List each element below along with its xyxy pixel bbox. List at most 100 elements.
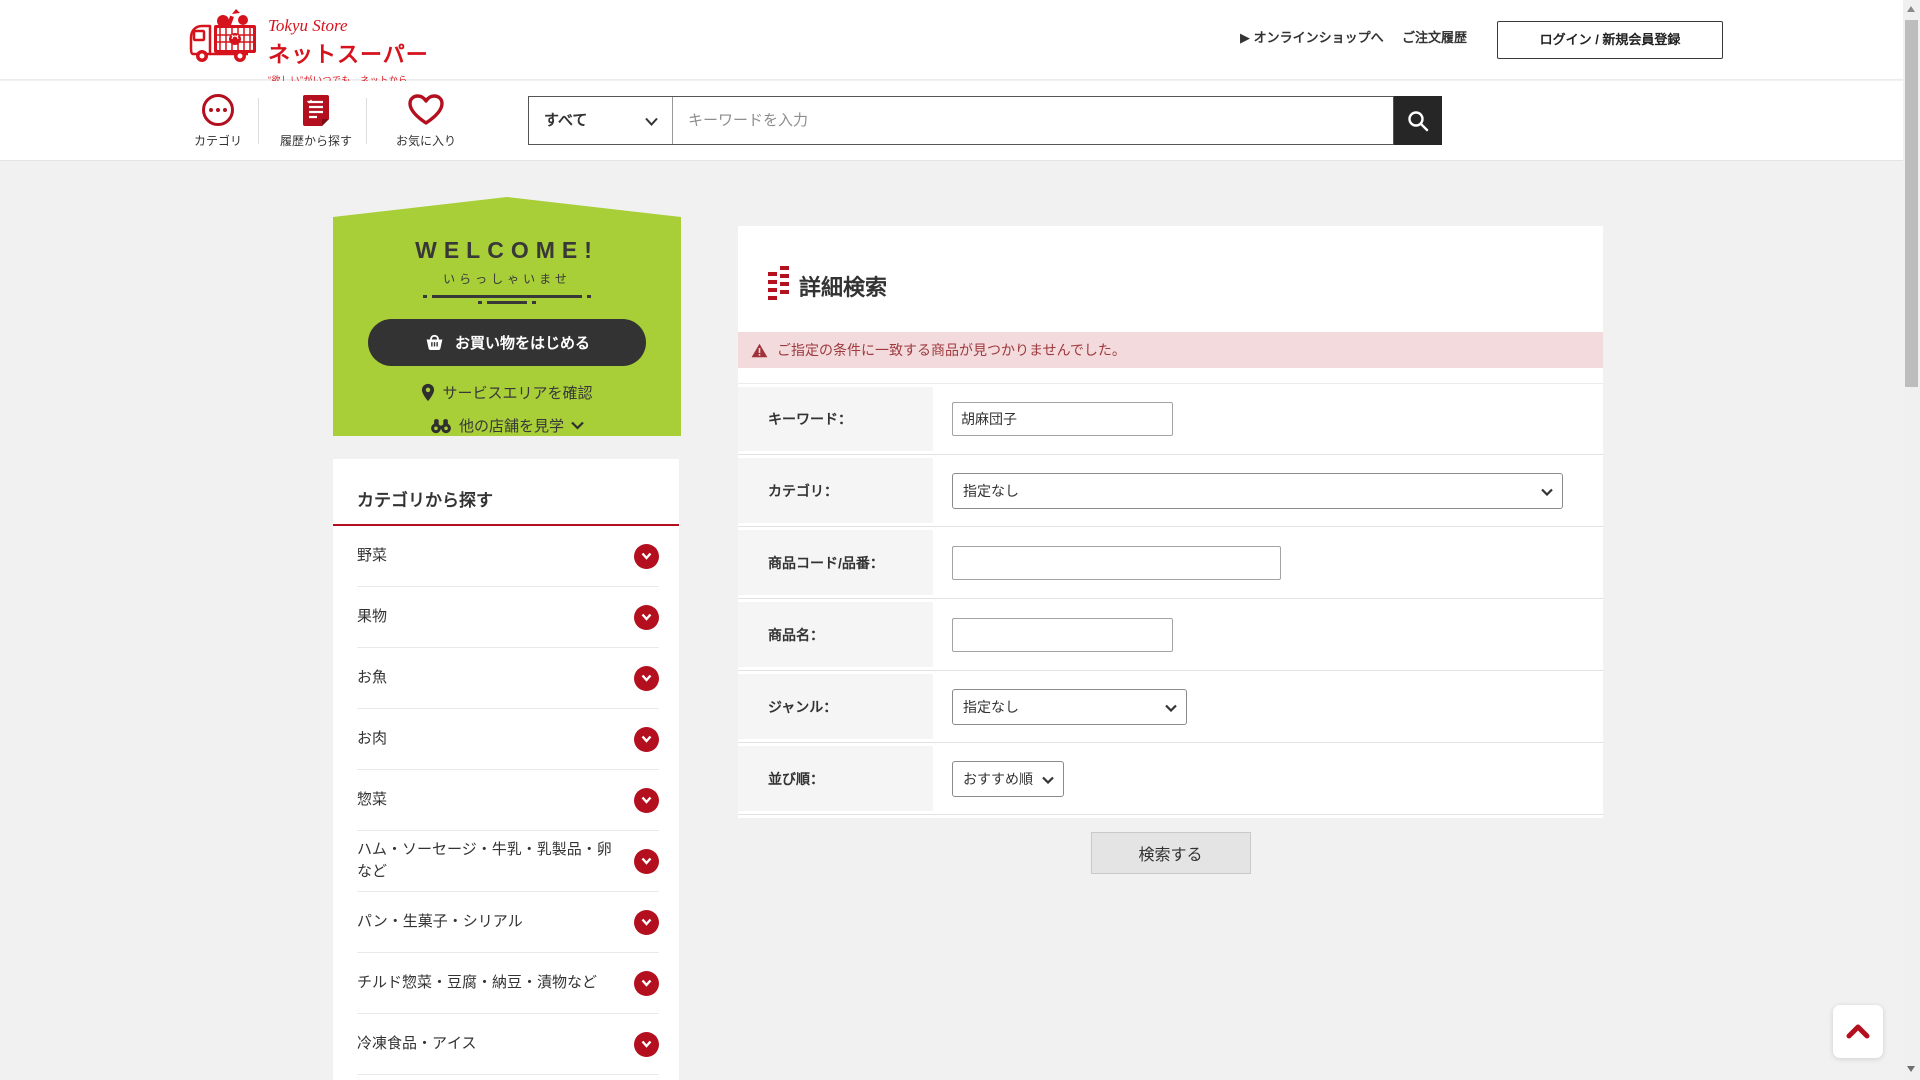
search-scope-value: すべて — [544, 112, 587, 129]
login-register-button[interactable]: ログイン / 新規会員登録 — [1497, 21, 1723, 59]
product-code-label: 商品コード/品番： — [738, 530, 933, 595]
service-area-link[interactable]: サービスエリアを確認 — [333, 382, 681, 403]
scrollbar[interactable] — [1903, 0, 1920, 1080]
scrollbar-down-arrow-icon[interactable] — [1907, 1066, 1915, 1072]
sidebar-item-label: 惣菜 — [357, 789, 387, 812]
sidebar-item-fruits[interactable]: 果物 — [357, 587, 659, 648]
category-select[interactable]: 指定なし — [952, 473, 1563, 509]
back-to-top-button[interactable] — [1833, 1005, 1883, 1058]
product-name-input[interactable] — [952, 618, 1173, 652]
chevron-down-circle-icon — [634, 666, 659, 691]
sidebar-item-label: チルド惣菜・豆腐・納豆・漬物など — [357, 972, 597, 995]
welcome-subtitle: いらっしゃいませ — [333, 270, 681, 287]
sidebar-item-label: お肉 — [357, 728, 387, 751]
sidebar-item-label: パン・生菓子・シリアル — [357, 911, 523, 934]
nav-category[interactable]: カテゴリ — [182, 92, 254, 149]
chevron-up-icon — [1846, 1024, 1870, 1039]
chevron-down-circle-icon — [634, 1032, 659, 1057]
start-shopping-label: お買い物をはじめる — [455, 332, 590, 353]
nav-bar: カテゴリ 履歴から探す お気に入り — [0, 81, 1903, 161]
chevron-down-icon — [1165, 704, 1177, 712]
sidebar-item-frozen-ice[interactable]: 冷凍食品・アイス — [357, 1014, 659, 1075]
sidebar-item-meat[interactable]: お肉 — [357, 709, 659, 770]
store-logo[interactable]: Tokyu Store ネットスーパー “欲しい”がいつでも、ネットから。 — [188, 8, 429, 86]
ellipsis-circle-icon — [202, 94, 234, 126]
other-stores-label: 他の店舗を見学 — [459, 415, 564, 436]
chevron-down-circle-icon — [634, 788, 659, 813]
chevron-down-circle-icon — [634, 544, 659, 569]
no-results-banner: ご指定の条件に一致する商品が見つかりませんでした。 — [738, 332, 1603, 368]
sidebar-item-vegetables[interactable]: 野菜 — [357, 526, 659, 587]
form-row-sort: 並び順： おすすめ順 — [738, 743, 1603, 815]
scrollbar-up-arrow-icon[interactable] — [1907, 6, 1915, 12]
online-shop-link[interactable]: ▶ オンラインショップへ — [1240, 27, 1384, 46]
header: Tokyu Store ネットスーパー “欲しい”がいつでも、ネットから。 ▶ … — [0, 0, 1903, 80]
nav-favorites-label: お気に入り — [380, 132, 472, 149]
nav-category-label: カテゴリ — [182, 132, 254, 149]
search-bar: すべて — [528, 96, 1394, 145]
product-code-input[interactable] — [952, 546, 1281, 580]
start-shopping-button[interactable]: お買い物をはじめる — [368, 319, 646, 366]
history-document-icon — [301, 93, 331, 127]
order-history-link[interactable]: ご注文履歴 — [1402, 27, 1467, 46]
magnifier-icon — [1406, 109, 1430, 133]
keyword-input[interactable] — [952, 402, 1173, 436]
logo-brand-script: Tokyu Store — [268, 16, 429, 36]
chevron-down-circle-icon — [634, 849, 659, 874]
nav-divider — [366, 98, 367, 144]
nav-history[interactable]: 履歴から探す — [272, 92, 360, 149]
warning-triangle-icon — [751, 343, 768, 358]
sidebar-item-label: 冷凍食品・アイス — [357, 1033, 477, 1056]
chevron-down-icon — [645, 117, 658, 126]
welcome-title: WELCOME! — [333, 237, 681, 264]
shopping-basket-icon — [424, 333, 445, 352]
sort-select-value: おすすめ順 — [963, 771, 1033, 787]
nav-favorites[interactable]: お気に入り — [380, 92, 472, 149]
logo-text: Tokyu Store ネットスーパー “欲しい”がいつでも、ネットから。 — [268, 16, 429, 86]
submit-search-button[interactable]: 検索する — [1091, 832, 1251, 874]
search-input[interactable] — [673, 97, 1393, 144]
chevron-down-circle-icon — [634, 605, 659, 630]
product-name-label: 商品名： — [738, 602, 933, 667]
no-results-message: ご指定の条件に一致する商品が見つかりませんでした。 — [777, 340, 1126, 360]
binoculars-icon — [430, 418, 452, 434]
chevron-down-circle-icon — [634, 910, 659, 935]
sidebar-item-label: 野菜 — [357, 545, 387, 568]
chevron-down-icon — [1541, 488, 1553, 496]
genre-select[interactable]: 指定なし — [952, 689, 1187, 725]
page-title: 詳細検索 — [799, 270, 887, 302]
logo-brand-main: ネットスーパー — [268, 37, 429, 69]
nav-divider — [258, 98, 259, 144]
sidebar-item-chilled-tofu-natto[interactable]: チルド惣菜・豆腐・納豆・漬物など — [357, 953, 659, 1014]
form-row-product-name: 商品名： — [738, 599, 1603, 671]
nav-history-label: 履歴から探す — [272, 132, 360, 149]
sort-label: 並び順： — [738, 746, 933, 811]
sidebar-title: カテゴリから探す — [333, 459, 679, 526]
sidebar-item-ham-dairy-eggs[interactable]: ハム・ソーセージ・牛乳・乳製品・卵など — [357, 831, 659, 892]
sidebar-item-deli[interactable]: 惣菜 — [357, 770, 659, 831]
form-row-genre: ジャンル： 指定なし — [738, 671, 1603, 743]
sidebar-item-label: 果物 — [357, 606, 387, 629]
detail-search-panel: 詳細検索 ご指定の条件に一致する商品が見つかりませんでした。 キーワード： カテ… — [738, 226, 1603, 818]
section-dashes-icon — [768, 272, 789, 300]
map-pin-icon — [421, 383, 435, 402]
form-row-category: カテゴリ： 指定なし — [738, 455, 1603, 527]
form-row-product-code: 商品コード/品番： — [738, 527, 1603, 599]
search-button[interactable] — [1394, 96, 1442, 145]
scrollbar-thumb[interactable] — [1905, 20, 1918, 387]
search-scope-select[interactable]: すべて — [529, 97, 673, 144]
page: Tokyu Store ネットスーパー “欲しい”がいつでも、ネットから。 ▶ … — [0, 0, 1920, 1080]
sidebar-item-label: お魚 — [357, 667, 387, 690]
search-form: キーワード： カテゴリ： 指定なし 商品コード/品番： 商品名： — [738, 383, 1603, 815]
category-sidebar: カテゴリから探す 野菜 果物 お魚 お肉 惣菜 ハム・ソーセージ・牛乳・乳製品・… — [333, 459, 679, 1080]
welcome-panel: WELCOME! いらっしゃいませ お買い物をはじめる サービスエリアを確認 — [333, 197, 681, 436]
chevron-down-circle-icon — [634, 727, 659, 752]
sort-select[interactable]: おすすめ順 — [952, 761, 1064, 797]
delivery-truck-icon — [188, 8, 262, 68]
welcome-divider — [333, 295, 681, 304]
other-stores-link[interactable]: 他の店舗を見学 — [333, 415, 681, 436]
sidebar-item-bread-sweets-cereal[interactable]: パン・生菓子・シリアル — [357, 892, 659, 953]
form-row-keyword: キーワード： — [738, 383, 1603, 455]
sidebar-item-fish[interactable]: お魚 — [357, 648, 659, 709]
chevron-down-circle-icon — [634, 971, 659, 996]
